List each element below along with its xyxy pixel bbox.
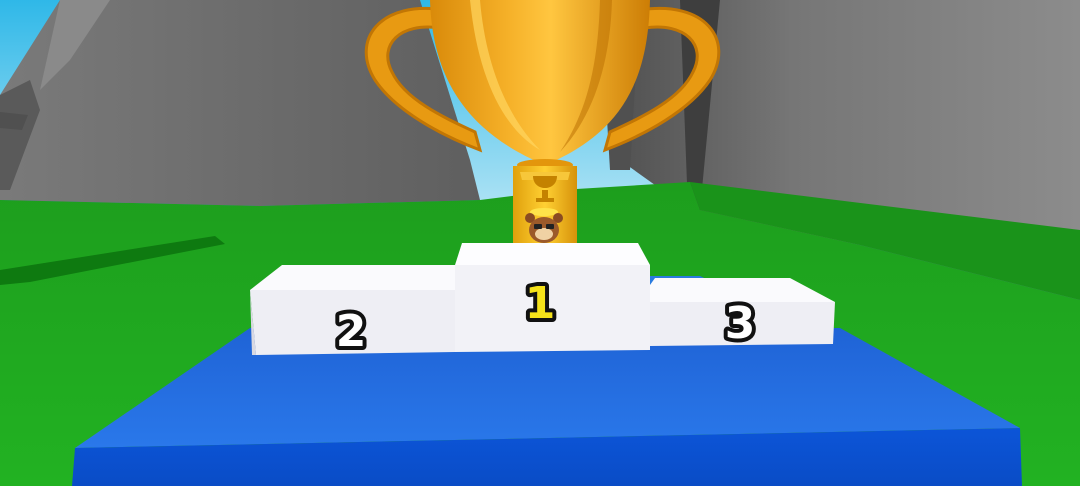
- first-place-number: 1: [525, 278, 556, 329]
- third-place-number: 3: [725, 298, 756, 349]
- game-scene: 2 1 3: [0, 0, 1080, 486]
- second-place-number: 2: [336, 306, 367, 357]
- scene-canvas: 2 1 3: [0, 0, 1080, 486]
